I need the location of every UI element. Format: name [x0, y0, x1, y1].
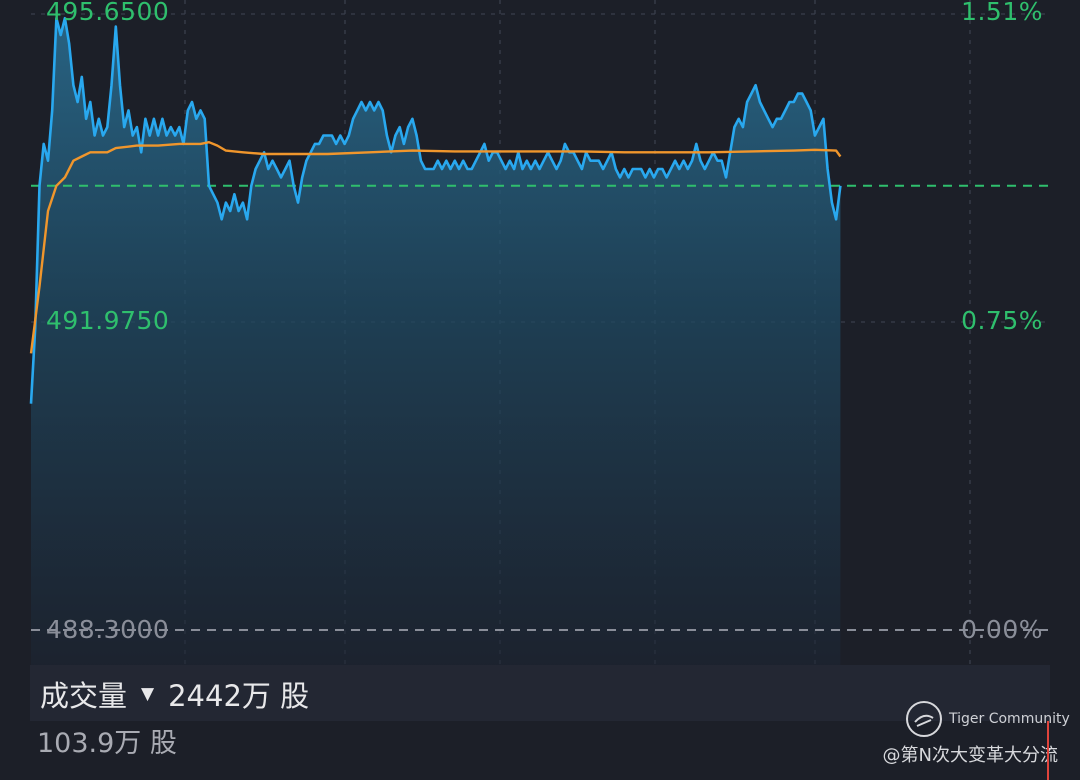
volume-selector[interactable]: 成交量 ▼ 2442万 股: [40, 673, 309, 715]
tiger-logo-icon: [906, 701, 942, 737]
price-axis-mid: 491.9750: [46, 306, 170, 335]
volume-value: 2442万 股: [168, 679, 310, 713]
watermark-user: @第N次大变革大分流: [882, 745, 1058, 766]
tiger-community-logo: Tiger Community: [905, 700, 1070, 738]
caret-down-icon[interactable]: ▼: [141, 684, 154, 704]
price-area-fill: [31, 18, 841, 665]
percent-axis-bottom: 0.00%: [961, 615, 1043, 644]
percent-axis-top: 1.51%: [961, 0, 1043, 26]
volume-label: 成交量: [40, 679, 128, 713]
crosshair-cursor-line: [1047, 721, 1049, 780]
watermark-brand: Tiger Community: [949, 711, 1070, 727]
price-axis-top: 495.6500: [46, 0, 170, 26]
intraday-chart[interactable]: 495.6500 491.9750 488.3000 1.51% 0.75% 0…: [0, 0, 1080, 665]
percent-axis-mid: 0.75%: [961, 306, 1043, 335]
price-axis-bottom: 488.3000: [46, 615, 170, 644]
bar-volume-value: 103.9万 股: [37, 728, 177, 759]
